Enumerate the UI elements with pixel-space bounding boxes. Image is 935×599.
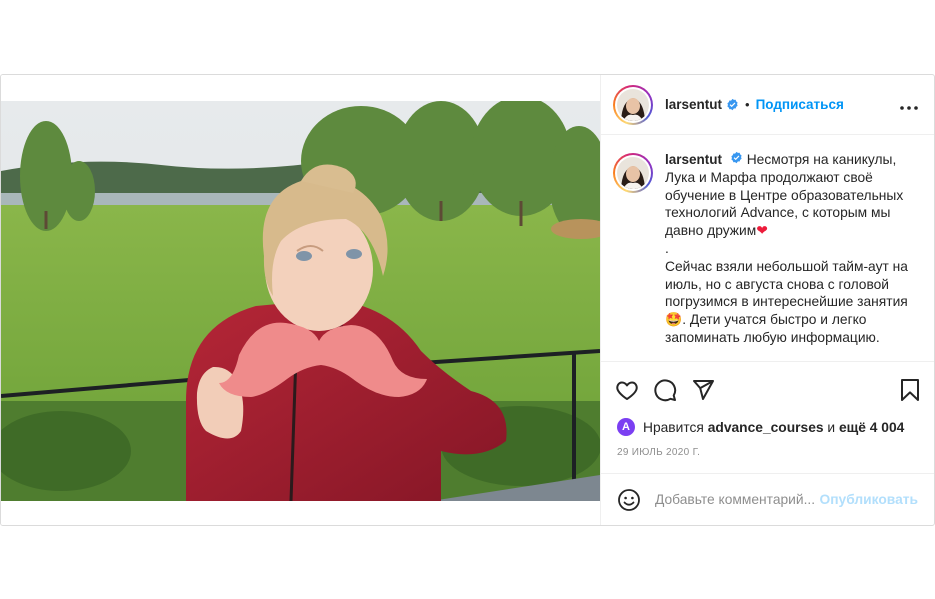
liker-avatar[interactable]: A [617,418,635,436]
author-avatar[interactable] [613,84,653,125]
comment-input[interactable] [655,492,820,507]
comment-icon[interactable] [653,378,677,402]
caption-line: . Дети учатся быстро и легко [682,312,867,328]
caption-line: . [665,240,669,256]
comment-box: Опубликовать [601,473,934,525]
bookmark-icon[interactable] [898,378,922,402]
more-options-icon[interactable] [900,94,918,115]
caption-line: запоминать любую информацию. [665,329,880,345]
caption-username[interactable]: larsentut [665,152,722,167]
likes-count[interactable]: ещё 4 004 [839,420,904,435]
action-bar [601,361,934,417]
author-avatar-image [617,88,649,121]
post-sidebar: larsentut • Подписаться larsentut Несмот… [600,75,934,525]
post-photo[interactable] [1,101,600,501]
follow-button[interactable]: Подписаться [756,97,844,112]
caption-author-avatar-image [617,157,649,189]
likes-summary: A Нравится advance_courses и ещё 4 004 [601,417,934,437]
heart-icon[interactable] [615,378,639,402]
caption-area: larsentut Несмотря на каникулы, Лука и М… [601,135,934,361]
caption-line: июль, но с августа снова с головой [665,276,889,292]
likes-prefix: Нравится [643,419,704,435]
red-heart-emoji: ❤ [756,223,768,239]
post-header: larsentut • Подписаться [601,75,934,135]
caption-line: Несмотря на каникулы, [746,152,897,167]
post-date[interactable]: 29 ИЮЛЬ 2020 Г. [601,437,934,473]
header-separator: • [745,97,750,112]
caption-line: Лука и Марфа продолжают своё [665,169,873,185]
likes-middle: и [827,419,836,435]
verified-badge-icon [730,151,743,164]
post-card: larsentut • Подписаться larsentut Несмот… [0,74,935,526]
publish-button[interactable]: Опубликовать [819,492,918,507]
verified-badge-icon [726,98,739,111]
star-struck-emoji: 🤩 [665,312,683,328]
caption-line: технологий Advance, с которым мы [665,205,891,221]
liker-username[interactable]: advance_courses [708,420,824,435]
emoji-icon[interactable] [617,488,641,512]
author-username[interactable]: larsentut [665,97,722,112]
post-media[interactable] [1,75,600,525]
post-caption: larsentut Несмотря на каникулы, Лука и М… [665,151,908,361]
caption-line: погрузимся в интереснейшие занятия [665,294,908,310]
share-icon[interactable] [691,378,715,402]
caption-line: давно дружим [665,223,757,239]
caption-line: обучение в Центре образовательных [665,187,904,203]
caption-line: Сейчас взяли небольшой тайм-аут на [665,258,908,274]
post-photo-image [1,101,600,501]
caption-author-avatar[interactable] [613,153,653,193]
